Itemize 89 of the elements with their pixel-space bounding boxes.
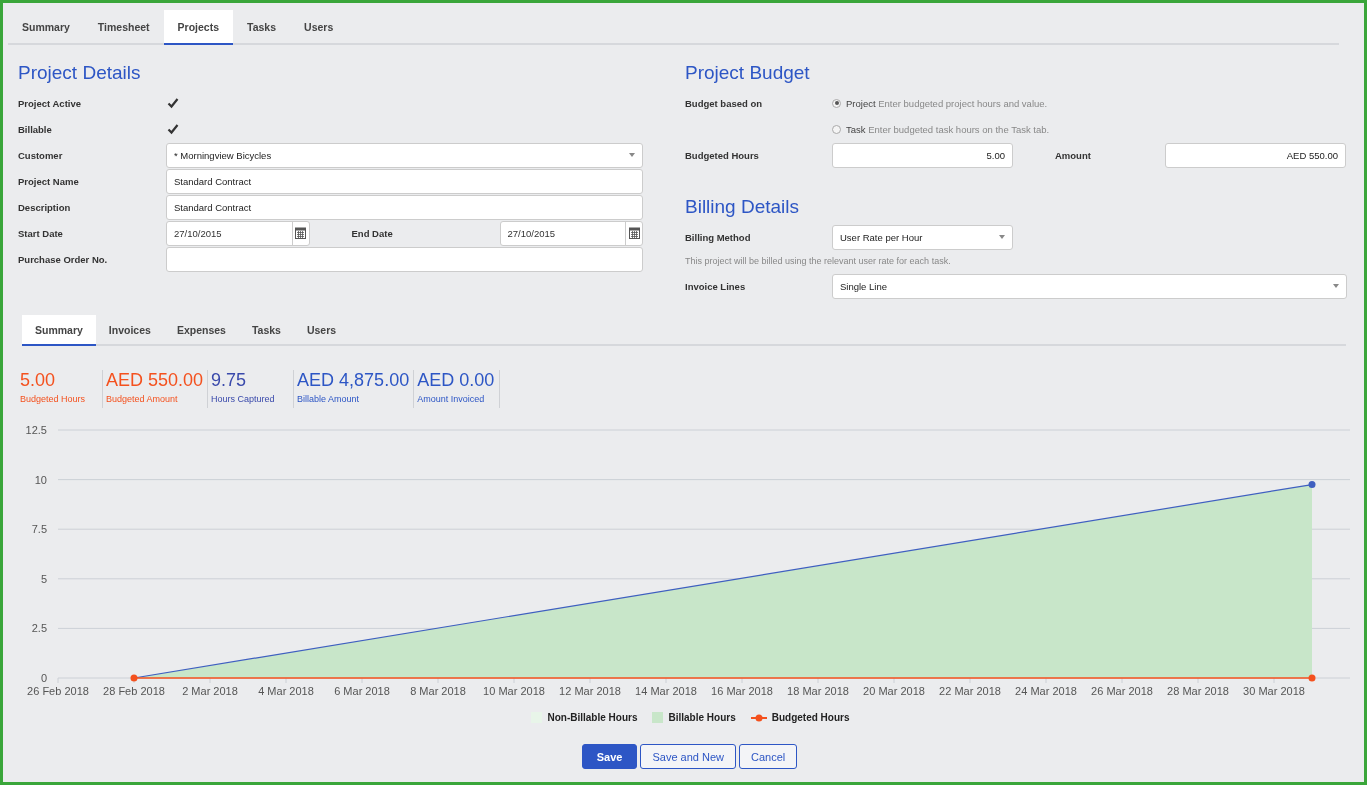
axis-label: 8 Mar 2018 (410, 685, 466, 697)
text-field[interactable]: Standard Contract (166, 194, 643, 220)
legend-label[interactable]: Billable Hours (668, 712, 736, 723)
stat-value: AED 550.00 (106, 370, 204, 390)
field-label: Purchase Order No. (18, 253, 109, 265)
axis-label: 20 Mar 2018 (863, 685, 925, 697)
axis-label: 2 Mar 2018 (182, 685, 238, 697)
stat-value: 5.00 (20, 370, 57, 390)
amount-field[interactable]: AED 550.00 (1165, 142, 1346, 168)
tab[interactable]: Tasks (238, 315, 294, 346)
legend-swatch (652, 712, 664, 723)
nav-tab[interactable]: Projects (163, 10, 234, 45)
field-label: Project Name (18, 175, 80, 187)
checkbox[interactable] (166, 96, 179, 110)
legend-label[interactable]: Non-Billable Hours (547, 712, 638, 723)
axis-label: 26 Feb 2018 (27, 685, 89, 697)
axis-label: 16 Mar 2018 (711, 685, 773, 697)
action-button[interactable]: Cancel (739, 744, 798, 769)
field-label: Description (18, 201, 72, 213)
axis-label: 30 Mar 2018 (1243, 685, 1305, 697)
axis-label: 12.5 (25, 424, 47, 436)
invoice-lines-select[interactable]: Single Line (832, 273, 1347, 299)
hours-field[interactable]: 5.00 (832, 142, 1013, 168)
date-field[interactable]: 27/10/2015 (166, 220, 310, 246)
calendar-icon (295, 227, 306, 239)
nav-tab[interactable]: Users (290, 10, 348, 45)
billing-method-select[interactable]: User Rate per Hour (832, 224, 1013, 250)
date-field[interactable]: 27/10/2015 (499, 220, 643, 246)
customer-select[interactable]: * Morningview Bicycles (166, 142, 643, 168)
legend-label[interactable]: Budgeted Hours (771, 712, 850, 723)
axis-label: 10 Mar 2018 (483, 685, 545, 697)
caret-icon (1333, 284, 1339, 288)
nav-tab[interactable]: Summary (8, 10, 84, 45)
tab[interactable]: Summary (22, 315, 96, 346)
stat-label: Budgeted Amount (106, 394, 179, 404)
section-title: Billing Details (685, 196, 801, 218)
axis-label: 18 Mar 2018 (787, 685, 849, 697)
axis-label: 14 Mar 2018 (635, 685, 697, 697)
field-label: Invoice Lines (685, 280, 747, 292)
checkbox[interactable] (166, 122, 179, 136)
section-title: Project Budget (685, 62, 811, 84)
stat-label: Amount Invoiced (417, 394, 486, 404)
axis-label: 2.5 (31, 622, 47, 635)
nav-tab[interactable]: Timesheet (83, 10, 164, 45)
field-label: Project Active (18, 97, 82, 109)
axis-label: 28 Feb 2018 (103, 685, 165, 697)
help-text: This project will be billed using the relevant user rate for each task. (685, 256, 952, 266)
radio-label: Project Enter budgeted project hours and value. (846, 97, 1048, 109)
field-label: Billable (18, 123, 53, 135)
field-label: Customer (18, 149, 64, 161)
axis-label: 5 (40, 572, 47, 585)
stat-value: AED 0.00 (417, 370, 496, 390)
action-button[interactable]: Save (581, 744, 638, 769)
nav-tab[interactable]: Tasks (233, 10, 291, 45)
axis-label: 22 Mar 2018 (939, 685, 1001, 697)
tab[interactable]: Users (293, 315, 350, 346)
radio-label: Task Enter budgeted task hours on the Task tab. (846, 123, 1050, 135)
axis-label: 26 Mar 2018 (1091, 685, 1153, 697)
field-label: Budgeted Hours (685, 149, 760, 161)
section-title: Project Details (18, 62, 142, 84)
axis-label: 10 (34, 473, 47, 486)
axis-label: 28 Mar 2018 (1167, 685, 1229, 697)
text-field[interactable] (166, 246, 643, 272)
stat-value: 9.75 (211, 370, 248, 390)
caret-icon (999, 235, 1005, 239)
axis-label: 0 (40, 672, 47, 684)
axis-label: 24 Mar 2018 (1015, 685, 1077, 697)
field-label: Billing Method (685, 231, 752, 243)
tab[interactable]: Expenses (163, 315, 239, 346)
radio-button[interactable] (832, 124, 841, 134)
field-label: Budget based on (685, 97, 764, 109)
axis-label: 7.5 (31, 523, 47, 536)
axis-label: 12 Mar 2018 (559, 685, 621, 697)
axis-label: 6 Mar 2018 (334, 685, 390, 697)
field-label: End Date (351, 227, 394, 239)
calendar-icon (628, 227, 640, 239)
text-field[interactable]: Standard Contract (166, 168, 643, 194)
stat-label: Budgeted Hours (20, 394, 87, 404)
stat-value: AED 4,875.00 (297, 370, 410, 390)
stat-label: Hours Captured (211, 394, 276, 404)
legend-line-icon (750, 713, 767, 722)
action-button[interactable]: Save and New (640, 744, 736, 769)
field-label: Start Date (18, 227, 64, 239)
stat-label: Billable Amount (297, 394, 361, 404)
caret-icon (629, 153, 635, 157)
axis-label: 4 Mar 2018 (258, 685, 314, 697)
tab[interactable]: Invoices (95, 315, 164, 346)
field-label: Amount (1055, 149, 1092, 161)
radio-button[interactable] (832, 98, 841, 108)
